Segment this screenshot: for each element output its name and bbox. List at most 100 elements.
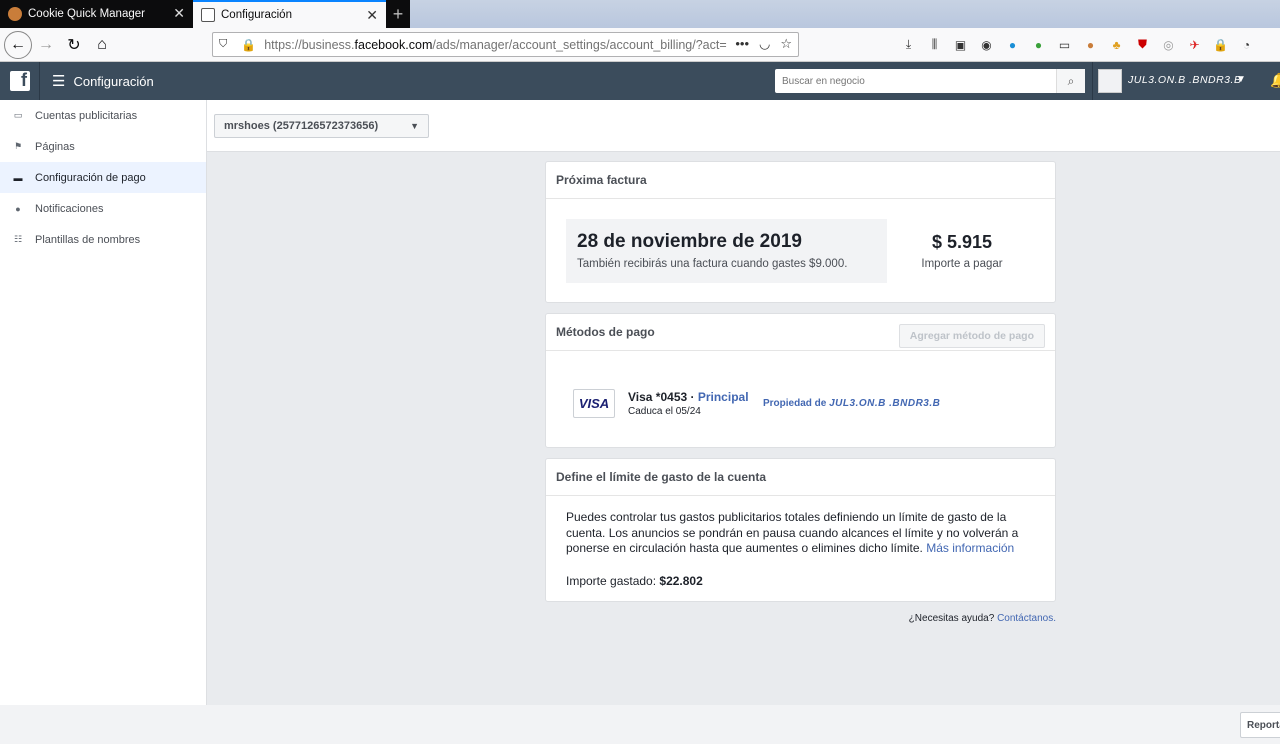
cookie-extension-icon[interactable]: ●	[1082, 36, 1099, 53]
url-bar[interactable]: ⛉ 🔒 https://business. facebook.com/ads/ma…	[212, 32, 799, 57]
card-owner[interactable]: Propiedad de JUL3.ON.B .BNDR3.B	[763, 398, 940, 409]
amount-spent: Importe gastado: $22.802	[566, 574, 703, 588]
spend-limit-card: Define el límite de gasto de la cuenta P…	[545, 458, 1056, 602]
spend-limit-description: Puedes controlar tus gastos publicitario…	[566, 510, 1041, 557]
chevron-down-icon: ▼	[410, 121, 419, 131]
primary-badge: Principal	[697, 390, 749, 404]
tabstrip-background	[410, 0, 1280, 28]
location-icon[interactable]: ●	[1030, 36, 1047, 53]
lock-icon[interactable]: 🔒	[241, 38, 256, 52]
extension-icon[interactable]: ●	[1004, 36, 1021, 53]
invoice-threshold-note: También recibirás una factura cuando gas…	[577, 258, 848, 270]
user-menu-caret-icon[interactable]: ▼	[1236, 74, 1246, 85]
sidebar-item-label: Páginas	[35, 140, 75, 153]
search-icon[interactable]: ⌕	[1056, 69, 1085, 93]
card-heading: Define el límite de gasto de la cuenta	[546, 459, 1055, 496]
card-heading-row: Métodos de pago Agregar método de pago	[546, 314, 1055, 351]
chat-icon[interactable]: ▭	[1056, 36, 1073, 53]
owner-name: JUL3.ON.B .BNDR3.B	[829, 398, 941, 409]
page-footer	[0, 705, 1280, 744]
card-heading: Próxima factura	[546, 162, 1055, 199]
ad-account-selector[interactable]: mrshoes (2577126572373656) ▼	[214, 114, 429, 138]
shield-icon[interactable]: ⛉	[219, 38, 227, 51]
visa-card-icon: VISA	[573, 389, 615, 418]
search-input[interactable]	[775, 75, 1055, 87]
extension-icon[interactable]: ◔	[1238, 36, 1255, 53]
flag-icon: ⚑	[13, 141, 23, 151]
browser-nav-bar: ← → ↻ ⌂ ⛉ 🔒 https://business. facebook.co…	[0, 28, 1280, 62]
sidebar-item-notifications[interactable]: ● Notificaciones	[0, 193, 206, 224]
home-icon[interactable]: ⌂	[88, 31, 116, 59]
account-icon[interactable]: ◉	[978, 36, 995, 53]
add-payment-method-button[interactable]: Agregar método de pago	[898, 324, 1045, 348]
report-button[interactable]: Reportar	[1240, 712, 1280, 738]
card-heading: Métodos de pago	[556, 325, 655, 339]
extension-icon[interactable]: ✈	[1186, 36, 1203, 53]
facebook-logo-icon[interactable]: f	[10, 70, 30, 91]
invoice-date-box: 28 de noviembre de 2019 También recibirá…	[566, 219, 887, 283]
extension-icon[interactable]: ◎	[1160, 36, 1177, 53]
sidebar-item-pages[interactable]: ⚑ Páginas	[0, 131, 206, 162]
tab-title: Cookie Quick Manager	[28, 8, 145, 20]
back-icon[interactable]: ←	[4, 30, 32, 59]
invoice-date: 28 de noviembre de 2019	[577, 231, 802, 252]
url-host: facebook.com	[354, 37, 433, 52]
sidebar-item-label: Configuración de pago	[35, 171, 146, 184]
forward-icon[interactable]: →	[32, 31, 60, 59]
url-prefix: https://business.	[264, 37, 355, 52]
sidebar-item-label: Plantillas de nombres	[35, 233, 141, 246]
sidebar-item-name-templates[interactable]: ☷ Plantillas de nombres	[0, 224, 206, 255]
sidebar-item-ad-accounts[interactable]: ▭ Cuentas publicitarias	[0, 100, 206, 131]
avatar[interactable]	[1098, 69, 1122, 93]
settings-sidebar: ▭ Cuentas publicitarias ⚑ Páginas ▬ Conf…	[0, 100, 207, 705]
card-expiry: Caduca el 05/24	[628, 406, 701, 417]
cookie-icon	[8, 7, 22, 21]
contact-us-link[interactable]: Contáctanos.	[997, 613, 1056, 624]
page-title: Configuración	[73, 73, 154, 89]
sidebar-item-payment-settings[interactable]: ▬ Configuración de pago	[0, 162, 206, 193]
templates-icon: ☷	[13, 234, 23, 244]
notifications-bell-icon[interactable]: 🔔	[1270, 72, 1280, 89]
menu-hamburger-icon[interactable]: ☰	[52, 72, 65, 90]
reader-view-icon[interactable]: ▣	[952, 36, 969, 53]
reload-icon[interactable]: ↻	[60, 31, 88, 59]
next-invoice-card: Próxima factura 28 de noviembre de 2019 …	[545, 161, 1056, 303]
close-tab-icon[interactable]: ✕	[173, 6, 185, 20]
amount-spent-value: $22.802	[659, 574, 703, 588]
business-search: ⌕	[775, 69, 1085, 93]
selected-account: mrshoes (2577126572373656)	[224, 120, 379, 132]
lock-extension-icon[interactable]: 🔒	[1212, 36, 1229, 53]
payment-methods-card: Métodos de pago Agregar método de pago V…	[545, 313, 1056, 448]
browser-tab-strip: Cookie Quick Manager ✕ Configuración ✕ +	[0, 0, 1280, 28]
close-tab-icon[interactable]: ✕	[366, 8, 378, 22]
more-actions-icon[interactable]: •••	[735, 36, 749, 52]
ublock-icon[interactable]: ⛊	[1134, 36, 1151, 53]
tab-title: Configuración	[221, 9, 292, 21]
help-line: ¿Necesitas ayuda? Contáctanos.	[909, 613, 1056, 624]
extension-icon[interactable]: ♣	[1108, 36, 1125, 53]
header-divider	[39, 62, 40, 100]
sidebar-item-label: Cuentas publicitarias	[35, 109, 138, 122]
download-icon[interactable]: ⤓	[900, 36, 917, 53]
browser-tab-cookie-manager[interactable]: Cookie Quick Manager ✕	[0, 0, 193, 28]
card-label: Visa *0453 ·	[628, 390, 698, 404]
credit-card-icon: ▬	[13, 172, 23, 183]
new-tab-button[interactable]: +	[386, 0, 410, 28]
pocket-icon[interactable]: ◡	[759, 36, 770, 52]
url-path: /ads/manager/account_settings/account_bi…	[432, 37, 727, 52]
bookmark-star-icon[interactable]: ☆	[780, 36, 792, 52]
header-divider	[1092, 62, 1093, 100]
page-icon	[201, 8, 215, 22]
globe-icon: ●	[15, 203, 21, 214]
account-bar: mrshoes (2577126572373656) ▼	[207, 100, 1280, 152]
user-name[interactable]: JUL3.ON.B .BNDR3.B	[1128, 74, 1241, 86]
amount-due-label: Importe a pagar	[921, 258, 1003, 270]
ad-accounts-icon: ▭	[13, 110, 23, 120]
help-question: ¿Necesitas ayuda?	[908, 613, 998, 624]
toolbar-extensions: ⤓ ⫼ ▣ ◉ ● ● ▭ ● ♣ ⛊ ◎ ✈ 🔒 ◔	[900, 36, 1255, 53]
payment-card-name: Visa *0453 · Principal	[628, 390, 749, 404]
sidebar-item-label: Notificaciones	[35, 202, 104, 215]
browser-tab-configuracion[interactable]: Configuración ✕	[193, 0, 386, 28]
learn-more-link[interactable]: Más información	[926, 541, 1014, 555]
library-icon[interactable]: ⫼	[926, 36, 943, 53]
